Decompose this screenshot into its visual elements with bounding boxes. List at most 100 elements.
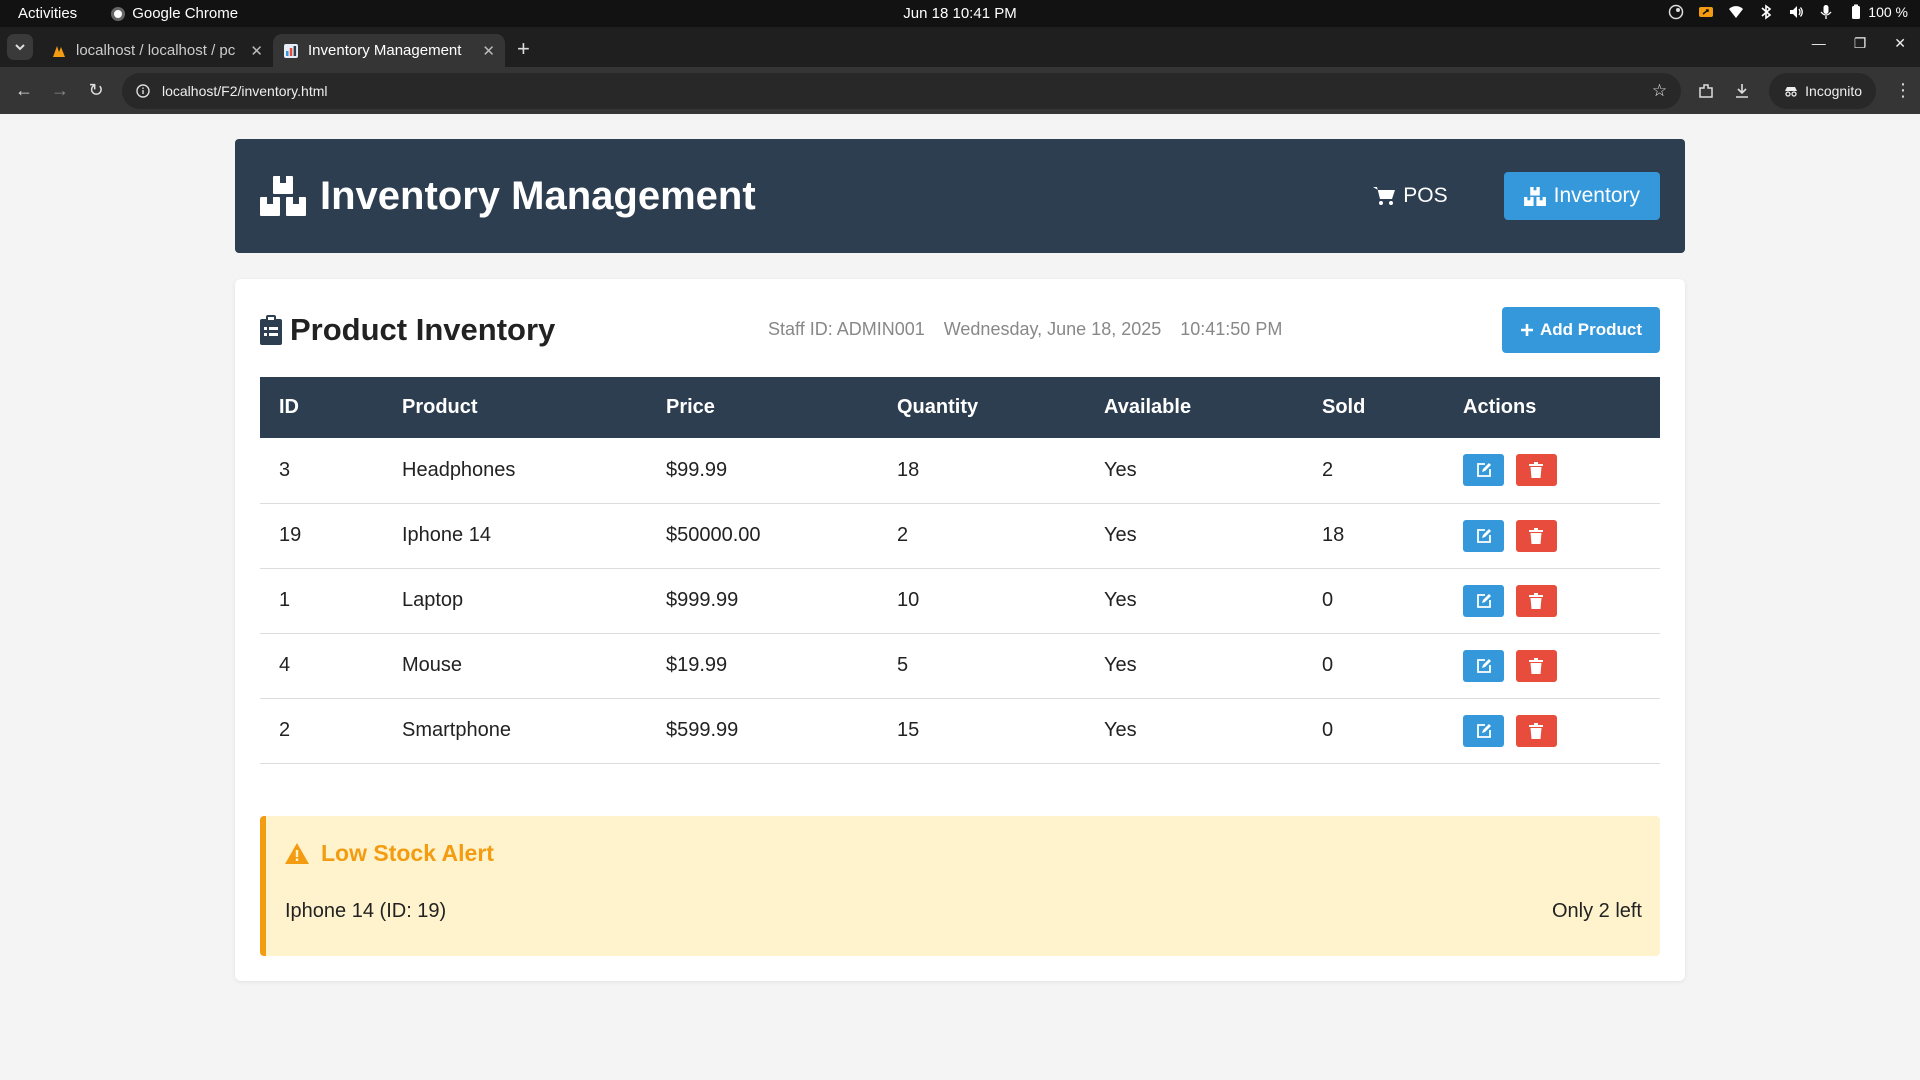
cell-product: Headphones [383, 438, 647, 504]
app-title-text: Inventory Management [320, 173, 756, 218]
close-icon[interactable]: ✕ [250, 42, 263, 60]
app-indicator[interactable]: Google Chrome [111, 5, 238, 22]
screen-share-icon [1699, 7, 1714, 17]
cell-sold: 0 [1303, 698, 1444, 764]
current-time: 10:41:50 PM [1180, 319, 1283, 339]
site-info-icon[interactable] [136, 83, 150, 98]
back-button[interactable]: ← [8, 75, 40, 107]
cell-id: 2 [260, 698, 383, 764]
edit-button[interactable] [1463, 584, 1504, 617]
cell-available: Yes [1085, 568, 1303, 634]
column-header-price: Price [666, 396, 715, 418]
system-top-bar: Activities Google Chrome Jun 18 10:41 PM… [0, 0, 1920, 27]
cell-sold: 18 [1303, 503, 1444, 569]
trash-icon [1529, 527, 1544, 544]
nav-pos-link[interactable]: POS [1353, 172, 1467, 220]
cell-product: Smartphone [383, 698, 647, 764]
nav-inventory-link[interactable]: Inventory [1503, 172, 1660, 220]
cell-actions [1444, 503, 1660, 569]
cell-quantity: 2 [878, 503, 1085, 569]
cell-available: Yes [1085, 503, 1303, 569]
table-row: 4 Mouse $19.99 5 Yes 0 [260, 633, 1660, 699]
more-menu-icon[interactable]: ⋮ [1894, 80, 1912, 101]
cell-product: Iphone 14 [383, 503, 647, 569]
cell-id: 19 [260, 503, 383, 569]
table-row: 19 Iphone 14 $50000.00 2 Yes 18 [260, 503, 1660, 569]
incognito-indicator[interactable]: Incognito [1769, 72, 1876, 109]
clock[interactable]: Jun 18 10:41 PM [903, 5, 1016, 22]
chrome-icon [111, 6, 126, 21]
cell-actions [1444, 568, 1660, 634]
inventory-card: Product Inventory Staff ID: ADMIN001 Wed… [235, 279, 1685, 981]
alert-title: Low Stock Alert [285, 840, 494, 867]
bookmark-star-icon[interactable]: ☆ [1652, 81, 1667, 101]
delete-button[interactable] [1515, 519, 1557, 552]
edit-button[interactable] [1463, 649, 1504, 682]
tab-inventory[interactable]: Inventory Management ✕ [273, 34, 505, 67]
column-header-product: Product [402, 396, 478, 418]
table-row: 1 Laptop $999.99 10 Yes 0 [260, 568, 1660, 634]
section-title-text: Product Inventory [290, 311, 556, 347]
address-bar[interactable]: localhost/F2/inventory.html ☆ [122, 72, 1682, 109]
alert-item: Iphone 14 (ID: 19) [285, 900, 447, 922]
cell-sold: 0 [1303, 568, 1444, 634]
delete-button[interactable] [1515, 584, 1557, 617]
close-icon[interactable]: ✕ [482, 42, 495, 60]
main-nav: POS Inventory [1353, 172, 1660, 220]
system-tray[interactable]: 100 % [1668, 4, 1908, 20]
incognito-icon [1785, 86, 1798, 97]
microphone-icon [1820, 5, 1832, 19]
chevron-down-icon [15, 44, 25, 51]
delete-button[interactable] [1515, 454, 1557, 487]
warning-icon [285, 843, 309, 864]
phpmyadmin-favicon-icon [53, 45, 65, 57]
add-product-button[interactable]: Add Product [1502, 306, 1660, 353]
tab-phpmyadmin[interactable]: localhost / localhost / pc ✕ [41, 34, 273, 67]
tab-search-button[interactable] [7, 34, 33, 60]
cart-icon [1373, 187, 1396, 205]
extensions-icon[interactable] [1697, 82, 1715, 100]
trash-icon [1529, 657, 1544, 674]
cell-quantity: 15 [878, 698, 1085, 764]
cell-available: Yes [1085, 633, 1303, 699]
cell-price: $50000.00 [647, 503, 878, 569]
boxes-icon [260, 176, 306, 216]
cell-actions [1444, 633, 1660, 699]
boxes-icon [1523, 186, 1546, 206]
reload-button[interactable]: ↻ [80, 75, 112, 107]
volume-icon [1790, 6, 1804, 18]
url-text[interactable]: localhost/F2/inventory.html [162, 83, 1640, 99]
chart-favicon-icon [284, 43, 298, 58]
column-header-id: ID [279, 396, 299, 418]
inventory-table: ID Product Price Quantity Available Sold… [260, 377, 1660, 764]
battery-indicator: 100 % [1848, 4, 1908, 20]
cell-id: 1 [260, 568, 383, 634]
incognito-label: Incognito [1805, 82, 1862, 99]
minimize-icon[interactable]: — [1812, 35, 1826, 52]
clipboard-icon [260, 314, 282, 345]
edit-button[interactable] [1463, 454, 1504, 487]
cell-actions [1444, 698, 1660, 764]
forward-button[interactable]: → [44, 75, 76, 107]
cell-available: Yes [1085, 698, 1303, 764]
edit-icon [1476, 593, 1491, 608]
new-tab-button[interactable]: + [517, 36, 530, 62]
restore-icon[interactable]: ❐ [1854, 35, 1867, 52]
cell-product: Laptop [383, 568, 647, 634]
column-header-available: Available [1104, 396, 1192, 418]
cell-id: 3 [260, 438, 383, 504]
delete-button[interactable] [1515, 714, 1557, 747]
download-icon[interactable] [1733, 82, 1751, 100]
wifi-icon [1729, 6, 1744, 18]
section-title: Product Inventory [260, 312, 555, 348]
tab-title: localhost / localhost / pc [76, 42, 236, 59]
cell-price: $19.99 [647, 633, 878, 699]
edit-button[interactable] [1463, 519, 1504, 552]
activities-button[interactable]: Activities [18, 5, 77, 22]
browser-toolbar: ← → ↻ localhost/F2/inventory.html ☆ Inco… [0, 67, 1920, 114]
delete-button[interactable] [1515, 649, 1557, 682]
window-controls: — ❐ ✕ [1812, 35, 1906, 52]
close-window-icon[interactable]: ✕ [1894, 35, 1906, 52]
edit-button[interactable] [1463, 714, 1504, 747]
current-date: Wednesday, June 18, 2025 [943, 319, 1162, 339]
